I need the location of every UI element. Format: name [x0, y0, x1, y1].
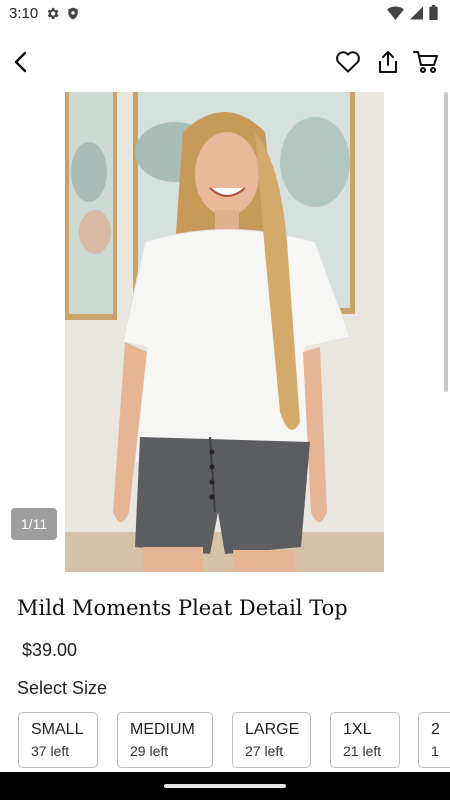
size-option-medium[interactable]: MEDIUM 29 left [117, 712, 213, 768]
status-time: 3:10 [9, 5, 39, 22]
size-name: LARGE [245, 721, 300, 738]
back-arrow-icon [10, 50, 34, 79]
size-name: MEDIUM [130, 721, 195, 738]
size-name: SMALL [31, 721, 84, 738]
shield-icon [66, 6, 80, 26]
back-button[interactable] [6, 48, 38, 80]
share-button[interactable] [372, 48, 404, 80]
image-counter: 1/11 [11, 508, 57, 540]
image-scrollbar[interactable] [444, 92, 448, 392]
status-bar: 3:10 [0, 0, 450, 28]
signal-icon [410, 6, 423, 25]
cart-icon [413, 49, 439, 80]
product-price: $39.00 [22, 640, 78, 660]
size-stock: 37 left [31, 743, 70, 759]
wifi-icon [387, 6, 404, 25]
gear-icon [45, 6, 60, 26]
heart-icon [335, 50, 361, 79]
favorite-button[interactable] [332, 48, 364, 80]
cart-button[interactable] [410, 48, 442, 80]
system-nav-bar [0, 772, 450, 800]
share-icon [376, 49, 400, 80]
size-stock: 21 left [343, 743, 382, 759]
size-option-1xl[interactable]: 1XL 21 left [330, 712, 400, 768]
size-stock: 27 left [245, 743, 284, 759]
size-stock: 1 [431, 743, 439, 759]
product-title: Mild Moments Pleat Detail Top [17, 596, 348, 620]
size-heading: Select Size [17, 678, 108, 698]
size-name: 1XL [343, 721, 372, 738]
product-image[interactable] [65, 92, 384, 572]
size-option-large[interactable]: LARGE 27 left [232, 712, 311, 768]
size-stock: 29 left [130, 743, 169, 759]
size-option-small[interactable]: SMALL 37 left [18, 712, 98, 768]
size-option-2xl-partial[interactable]: 2 1 [418, 712, 450, 768]
size-name: 2 [431, 721, 440, 738]
battery-icon [429, 5, 438, 25]
size-options: SMALL 37 left MEDIUM 29 left LARGE 27 le… [0, 712, 450, 772]
home-gesture-handle[interactable] [164, 784, 286, 788]
app-bar [0, 40, 450, 88]
